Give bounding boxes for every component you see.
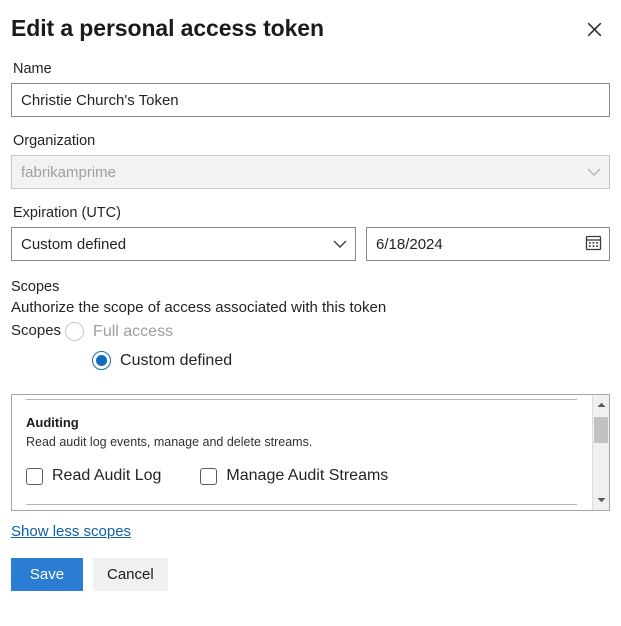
edit-pat-dialog: Edit a personal access token Name Christ…	[0, 0, 621, 626]
expiration-row: Custom defined 6/18/2024	[11, 227, 610, 261]
scopes-description: Authorize the scope of access associated…	[11, 297, 610, 318]
scope-checkbox-row: Read Audit Log Manage Audit Streams	[26, 467, 577, 485]
save-button[interactable]: Save	[11, 558, 83, 591]
scope-group-title: Auditing	[26, 415, 577, 431]
scopes-radio-group: Full access Custom defined	[65, 319, 232, 377]
scopes-inline-label: Scopes	[11, 319, 65, 343]
expiration-label: Expiration (UTC)	[13, 204, 610, 222]
scroll-down-arrow-icon[interactable]	[593, 492, 609, 508]
close-icon	[587, 22, 602, 37]
close-button[interactable]	[578, 13, 610, 45]
name-label: Name	[13, 60, 610, 78]
checkbox-item-read-audit-log[interactable]: Read Audit Log	[26, 467, 161, 485]
organization-select: fabrikamprime	[11, 155, 610, 189]
radio-full-access	[65, 322, 84, 341]
scope-divider-top	[26, 399, 577, 400]
name-input[interactable]: Christie Church's Token	[11, 83, 610, 117]
scopes-toggle-row: Show less scopes	[11, 523, 610, 541]
scope-divider-bottom	[26, 504, 577, 505]
checkbox-label-read-audit-log: Read Audit Log	[52, 467, 161, 485]
expiration-date-input[interactable]: 6/18/2024	[366, 227, 610, 261]
expiration-date-wrapper: 6/18/2024	[366, 227, 610, 261]
checkbox-item-manage-audit-streams[interactable]: Manage Audit Streams	[200, 467, 388, 485]
calendar-icon	[585, 234, 602, 254]
scroll-up-arrow-icon[interactable]	[593, 397, 609, 413]
scopes-scroll-panel: Auditing Read audit log events, manage a…	[11, 394, 610, 511]
checkbox-read-audit-log[interactable]	[26, 468, 43, 485]
radio-option-full-access: Full access	[65, 319, 232, 344]
organization-label: Organization	[13, 132, 610, 150]
radio-option-custom-defined[interactable]: Custom defined	[92, 348, 232, 373]
dialog-header: Edit a personal access token	[11, 0, 610, 54]
scopes-radio-area: Scopes Full access Custom defined	[11, 319, 610, 377]
show-less-scopes-link[interactable]: Show less scopes	[11, 523, 131, 540]
cancel-button[interactable]: Cancel	[93, 558, 168, 591]
checkbox-manage-audit-streams[interactable]	[200, 468, 217, 485]
dialog-footer: Save Cancel	[11, 558, 610, 591]
radio-label-full-access: Full access	[93, 323, 173, 341]
radio-label-custom-defined: Custom defined	[120, 352, 232, 370]
expiration-preset-select[interactable]: Custom defined	[11, 227, 356, 261]
scopes-scrollbar[interactable]	[592, 395, 609, 510]
scopes-heading: Scopes	[11, 277, 610, 297]
organization-select-wrapper: fabrikamprime	[11, 155, 610, 189]
scrollbar-thumb[interactable]	[594, 417, 608, 443]
radio-custom-defined[interactable]	[92, 351, 111, 370]
expiration-preset-wrapper: Custom defined	[11, 227, 356, 261]
scope-group-description: Read audit log events, manage and delete…	[26, 434, 577, 450]
checkbox-label-manage-audit-streams: Manage Audit Streams	[226, 467, 388, 485]
scopes-scroll-content: Auditing Read audit log events, manage a…	[12, 395, 591, 510]
page-title: Edit a personal access token	[11, 15, 324, 43]
calendar-button[interactable]	[582, 233, 604, 255]
